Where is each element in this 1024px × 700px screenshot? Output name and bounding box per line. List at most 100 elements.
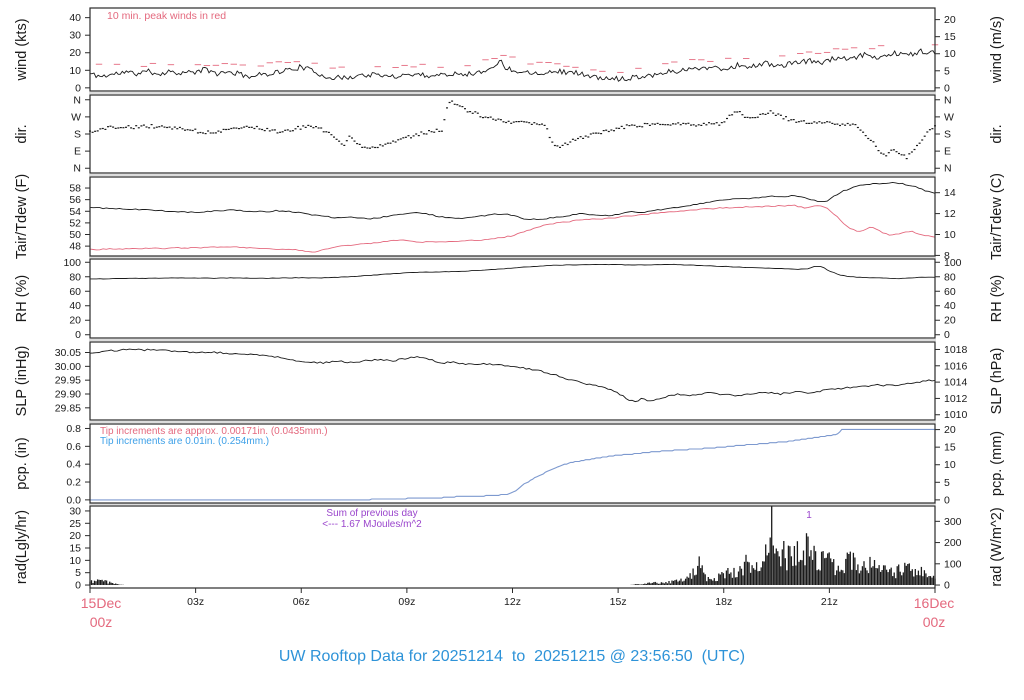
annotation: <--- 1.67 MJoules/m^2 [322,519,422,530]
chart-title: UW Rooftop Data for 20251214 to 20251215… [278,648,746,665]
right-tick-label: 1012 [944,393,968,405]
right-tick-label: 20 [944,315,956,327]
panel-wind: 0 10 20 30 40 0 5 10 15 20 wind (kts) wind (m/s) 10 … [14,7,1005,94]
left-tick-label: 10 [69,65,81,77]
annotation: 1 [806,510,812,521]
x-tick-hour-label: 00z [923,614,946,630]
annotation: Tip increments are 0.01in. (0.254mm.) [100,436,269,447]
right-tick-label: 10 [944,48,956,60]
right-tick-label: 300 [944,516,962,528]
x-tick-label: 03z [187,596,204,608]
chart-canvas: 0 10 20 30 40 0 5 10 15 20 wind (kts) wind (m/s) 10 … [0,0,1024,700]
right-axis-title-humidity: RH (%) [989,275,1005,323]
series-air-temperature [89,181,936,221]
left-tick-label: 40 [69,300,81,312]
right-tick-label: 12 [944,208,956,220]
right-tick-label: 1010 [944,409,968,421]
panel-axes-dir: NESWNNESWN [71,94,954,174]
right-tick-label: 0 [944,82,950,94]
panel-frame-humidity [89,258,936,339]
left-tick-label: 0.2 [66,477,81,489]
left-tick-label: N [73,94,81,106]
series-relative-humidity [90,263,936,280]
left-tick-label: 30 [69,505,81,517]
left-tick-label: 100 [63,257,81,269]
right-tick-label: 1016 [944,360,968,372]
right-tick-label: 1018 [944,344,968,356]
left-axis-title-pressure: SLP (inHg) [14,346,30,417]
right-tick-label: 100 [944,558,962,570]
series-dew-point [89,204,936,253]
left-axis-title-humidity: RH (%) [14,275,30,323]
left-tick-label: 15 [69,542,81,554]
right-tick-label: 20 [944,14,956,26]
right-tick-label: E [944,146,951,158]
right-tick-label: 10 [944,229,956,241]
uw-rooftop-weather-chart: 0 10 20 30 40 0 5 10 15 20 wind (kts) wind (m/s) 10 … [0,0,1024,700]
left-tick-label: 56 [69,194,81,206]
right-tick-label: 14 [944,187,956,199]
right-tick-label: 200 [944,537,962,549]
panel-frame-pressure [89,341,936,421]
weather-multipanel-svg: 01020304005101520wind (kts) wind (m/s)10 … [14,7,1005,630]
annotation: 10 min. peak winds in red [107,10,226,22]
x-axis: 15Dec 00z 03z 06z 09z 12z 15z 18z 21z 16Dec 00z [81,588,954,630]
left-tick-label: 60 [69,286,81,298]
right-axis-title-dir: dir. [989,124,1005,143]
right-tick-label: 100 [944,257,962,269]
left-tick-label: 20 [69,47,81,59]
left-tick-label: 30.05 [55,347,81,359]
left-tick-label: 20 [69,315,81,327]
series-sea-level-pressure [89,348,936,403]
right-tick-label: N [944,163,952,175]
right-tick-label: 0 [944,494,950,506]
x-tick-label: 15z [610,596,627,608]
panel-temperature: 4850525456588101214Tair/Tdew (F) Tair/Tde… [14,173,1005,262]
left-axis-title-wind: wind (kts) [14,18,30,81]
left-tick-label: 30 [69,30,81,42]
right-axis-title-precipitation: pcp. (mm) [989,431,1005,496]
right-axis-title-pressure: SLP (hPa) [989,348,1005,415]
right-tick-label: 5 [944,65,950,77]
left-axis-title-precipitation: pcp. (in) [14,437,30,489]
left-tick-label: 40 [69,12,81,24]
left-tick-label: 10 [69,555,81,567]
right-axis-title-temperature: Tair/Tdew (C) [989,173,1005,260]
right-tick-label: 5 [944,477,950,489]
right-tick-label: 1014 [944,377,968,389]
right-tick-label: 15 [944,442,956,454]
right-tick-label: 60 [944,286,956,298]
panel-frame-temperature [89,176,936,257]
panel-axes-wind: 0 10 20 30 40 0 5 10 15 20 [69,12,956,94]
right-tick-label: 0 [944,580,950,592]
left-tick-label: 29.85 [55,402,81,414]
left-tick-label: 54 [69,206,81,218]
left-tick-label: 58 [69,183,81,195]
x-tick-label: 18z [715,596,732,608]
left-tick-label: 0 [75,82,81,94]
left-tick-label: N [73,163,81,175]
left-tick-label: 50 [69,229,81,241]
right-axis-title-wind: wind (m/s) [989,16,1005,84]
left-tick-label: 25 [69,518,81,530]
left-tick-label: S [74,129,81,141]
series-wind-peak-10min [95,44,939,73]
x-tick-label: 06z [293,596,310,608]
left-tick-label: 5 [75,567,81,579]
series-wind-direction [89,100,936,160]
panel-axes-pressure: 29.8529.90 29.95 30.00 30.05 1010 1012 1014 101… [55,344,968,421]
annotation: Sum of previous day [326,508,417,519]
right-tick-label: 0 [944,329,950,341]
right-tick-label: S [944,129,951,141]
left-tick-label: 52 [69,217,81,229]
right-tick-label: 80 [944,271,956,283]
x-tick-hour-label: 00z [90,614,113,630]
left-tick-label: 48 [69,241,81,253]
right-tick-label: W [944,111,954,123]
panel-humidity: 0 20 40 60 80 100 0 20 40 60 80 100 RH (%) RH (%) [14,256,1005,341]
right-tick-label: 15 [944,31,956,43]
right-tick-label: N [944,94,952,106]
left-tick-label: 0.6 [66,441,81,453]
panel-dir: NESWNNESWNdir. dir. [14,92,1005,175]
left-tick-label: W [71,111,81,123]
